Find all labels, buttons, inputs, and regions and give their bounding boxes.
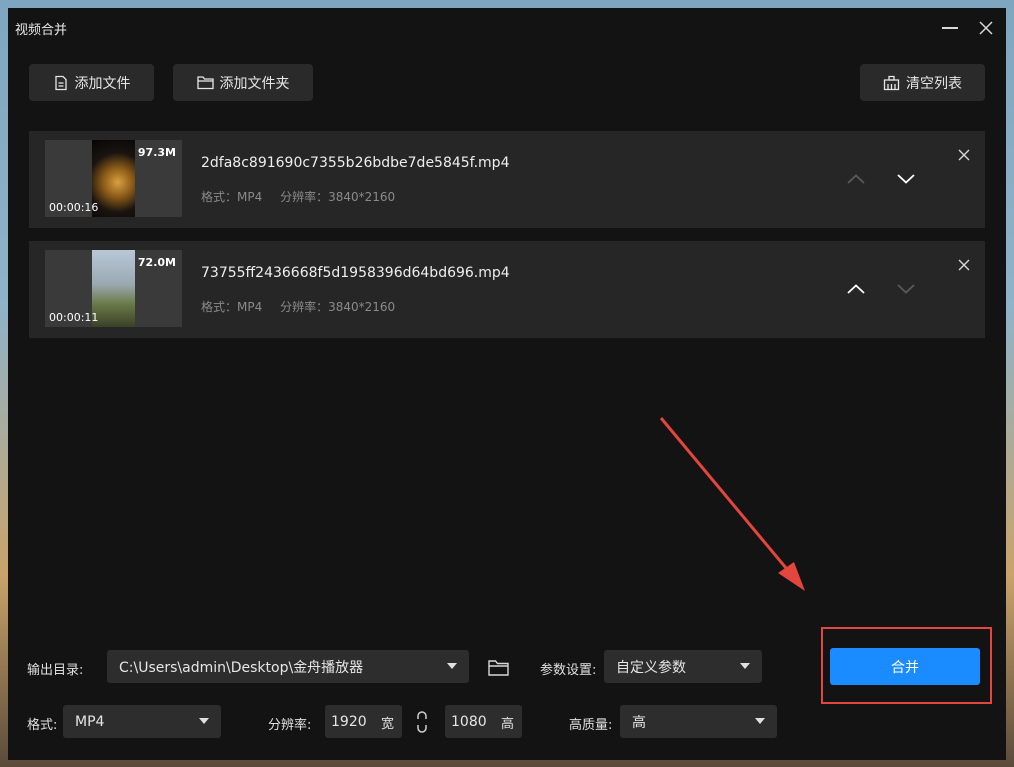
folder-icon	[196, 76, 214, 90]
file-size: 72.0M	[137, 256, 176, 269]
height-unit: 高	[500, 717, 514, 732]
output-dir-label: 输出目录:	[27, 663, 84, 678]
quality-value: 高	[632, 714, 646, 731]
format-label: 格式:	[27, 718, 58, 733]
file-resolution: 分辨率：3840*2160	[280, 300, 396, 314]
height-input[interactable]: 1080 高	[445, 705, 522, 738]
params-select[interactable]: 自定义参数	[604, 650, 762, 683]
format-value: MP4	[75, 713, 105, 730]
video-thumbnail: 97.3M 00:00:16	[45, 140, 182, 217]
params-label: 参数设置:	[540, 663, 597, 678]
thumbnail-image	[92, 140, 135, 217]
resolution-label: 分辨率:	[268, 718, 312, 733]
add-folder-button[interactable]: 添加文件夹	[173, 64, 313, 101]
video-merge-window: 视频合并 添加文件 添加文件夹 清空列表 97.3M 00:00:16 2dfa…	[8, 8, 1006, 760]
caret-down-icon	[199, 718, 209, 724]
move-down-button[interactable]	[892, 277, 920, 301]
chevron-down-icon	[897, 284, 915, 294]
add-folder-label: 添加文件夹	[219, 75, 290, 92]
output-dir-value: C:\Users\admin\Desktop\金舟播放器	[119, 659, 364, 676]
quality-label: 高质量:	[569, 718, 613, 733]
browse-folder-button[interactable]	[486, 657, 510, 677]
output-dir-select[interactable]: C:\Users\admin\Desktop\金舟播放器	[107, 650, 469, 683]
file-format: 格式：MP4	[201, 300, 263, 314]
clear-list-label: 清空列表	[906, 75, 962, 92]
file-name: 2dfa8c891690c7355b26bdbe7de5845f.mp4	[201, 155, 510, 171]
file-resolution: 分辨率：3840*2160	[280, 190, 396, 204]
file-name: 73755ff2436668f5d1958396d64bd696.mp4	[201, 265, 510, 281]
quality-select[interactable]: 高	[620, 705, 777, 738]
video-duration: 00:00:11	[49, 311, 99, 324]
chevron-down-icon	[897, 174, 915, 184]
move-up-button[interactable]	[842, 277, 870, 301]
clear-broom-icon	[883, 75, 900, 90]
width-unit: 宽	[380, 717, 394, 732]
title-bar: 视频合并	[8, 8, 1006, 48]
minimize-button[interactable]	[935, 16, 965, 40]
merge-button[interactable]: 合并	[830, 648, 980, 685]
file-add-icon	[54, 75, 67, 90]
chevron-up-icon	[847, 284, 865, 294]
close-icon	[958, 259, 970, 271]
params-value: 自定义参数	[616, 659, 686, 676]
height-value: 1080	[451, 713, 487, 730]
video-thumbnail: 72.0M 00:00:11	[45, 250, 182, 327]
clear-list-button[interactable]: 清空列表	[860, 64, 985, 101]
file-meta: 格式：MP4 分辨率：3840*2160	[201, 298, 409, 315]
folder-icon	[487, 659, 509, 676]
file-meta: 格式：MP4 分辨率：3840*2160	[201, 188, 409, 205]
width-value: 1920	[331, 713, 367, 730]
close-icon	[958, 149, 970, 161]
thumbnail-image	[92, 250, 135, 327]
window-title: 视频合并	[15, 23, 68, 38]
file-format: 格式：MP4	[201, 190, 263, 204]
file-list-item[interactable]: 97.3M 00:00:16 2dfa8c891690c7355b26bdbe7…	[29, 131, 985, 228]
chevron-up-icon	[847, 174, 865, 184]
file-list-item[interactable]: 72.0M 00:00:11 73755ff2436668f5d1958396d…	[29, 241, 985, 338]
add-file-label: 添加文件	[74, 75, 131, 92]
move-down-button[interactable]	[892, 167, 920, 191]
add-file-button[interactable]: 添加文件	[29, 64, 154, 101]
caret-down-icon	[447, 663, 457, 669]
remove-file-button[interactable]	[954, 255, 974, 275]
video-duration: 00:00:16	[49, 201, 99, 214]
caret-down-icon	[755, 718, 765, 724]
caret-down-icon	[740, 663, 750, 669]
format-select[interactable]: MP4	[63, 705, 221, 738]
minimize-icon	[942, 27, 958, 29]
file-size: 97.3M	[137, 146, 176, 159]
close-icon	[979, 21, 993, 35]
link-chain-icon	[417, 711, 427, 733]
width-input[interactable]: 1920 宽	[325, 705, 402, 738]
close-window-button[interactable]	[971, 16, 1001, 40]
move-up-button[interactable]	[842, 167, 870, 191]
lock-ratio-toggle[interactable]	[414, 710, 430, 734]
remove-file-button[interactable]	[954, 145, 974, 165]
